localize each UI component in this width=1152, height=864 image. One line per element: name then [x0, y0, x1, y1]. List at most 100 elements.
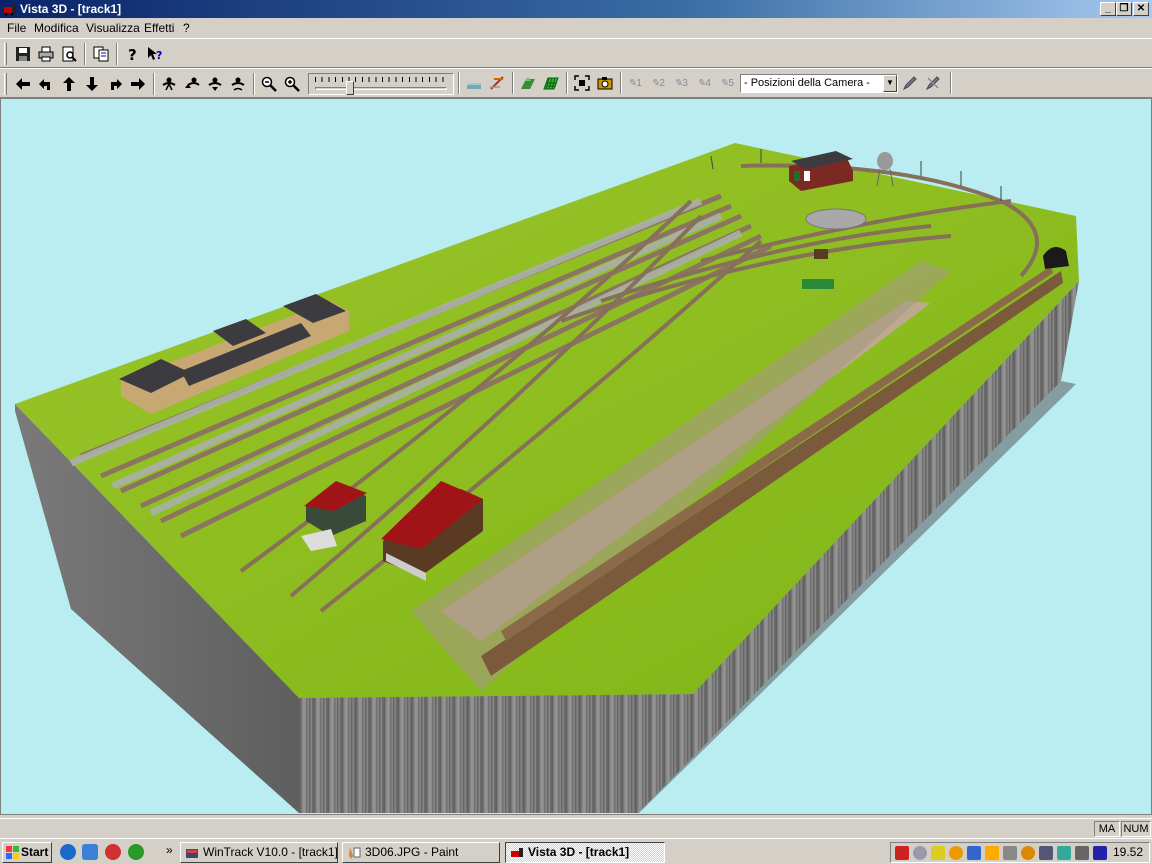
chevron-down-icon[interactable]: ▼	[883, 75, 897, 92]
toolbar-separator	[620, 72, 622, 94]
toolbar-separator	[84, 43, 86, 65]
arrow-left-icon[interactable]	[12, 73, 34, 95]
walker-spin-icon[interactable]	[227, 73, 249, 95]
task-wintrack[interactable]: WinTrack V10.0 - [track1]	[180, 842, 338, 863]
toolbar-separator	[116, 43, 118, 65]
task-paint[interactable]: 3D06.JPG - Paint	[342, 842, 500, 863]
terrain-icon[interactable]	[463, 72, 485, 94]
tray-network-icon[interactable]	[913, 846, 927, 860]
title-bar[interactable]: Vista 3D - [track1] _ ❐ ✕	[0, 0, 1152, 18]
track-icon[interactable]	[486, 72, 508, 94]
camera-preset-label: 5	[728, 77, 734, 89]
walker-icon[interactable]	[158, 73, 180, 95]
camera-edit-icon[interactable]	[899, 72, 921, 94]
tray-monitor-icon[interactable]	[1093, 846, 1107, 860]
tray-volume-icon[interactable]	[1003, 846, 1017, 860]
toolbar-grip[interactable]	[4, 43, 7, 65]
toolbar-separator	[950, 72, 952, 94]
zoom-slider[interactable]	[308, 73, 454, 95]
menu-modifica[interactable]: Modifica	[34, 21, 79, 35]
camera-preset-2[interactable]: ✎ 2	[647, 72, 669, 94]
tray-search-icon[interactable]	[1021, 846, 1035, 860]
rotate-left-icon[interactable]	[35, 73, 57, 95]
train-icon	[4, 4, 16, 16]
camera-position-select[interactable]: - Posizioni della Camera - ▼	[740, 74, 898, 93]
menu-file[interactable]: File	[7, 21, 26, 35]
standard-toolbar: ? ?	[0, 38, 1152, 68]
media-icon[interactable]	[105, 844, 121, 860]
svg-text:?: ?	[156, 49, 162, 62]
camera-preset-4[interactable]: ✎ 4	[693, 72, 715, 94]
windows-logo-icon	[6, 846, 19, 859]
slider-ticks	[315, 77, 449, 82]
start-button[interactable]: Start	[2, 842, 52, 863]
player-icon[interactable]	[128, 844, 144, 860]
menu-effetti[interactable]: Effetti	[144, 21, 174, 35]
desktop-icon[interactable]	[82, 844, 98, 860]
window-title: Vista 3D - [track1]	[20, 2, 122, 16]
landscape-icon[interactable]	[517, 72, 539, 94]
system-tray: 19.52	[890, 842, 1150, 863]
tray-update-icon[interactable]	[949, 846, 963, 860]
tray-shield-icon[interactable]	[931, 846, 945, 860]
main-window: Vista 3D - [track1] _ ❐ ✕ File Modifica …	[0, 0, 1152, 838]
layout-3d-scene	[15, 143, 1079, 813]
ie-icon[interactable]	[60, 844, 76, 860]
rotate-right-icon[interactable]	[104, 73, 126, 95]
train-icon	[511, 848, 523, 857]
toolbar-grip[interactable]	[4, 73, 7, 95]
grid-icon[interactable]	[540, 72, 562, 94]
menu-help[interactable]: ?	[183, 21, 190, 35]
arrow-right-icon[interactable]	[127, 73, 149, 95]
tray-messenger-icon[interactable]	[967, 846, 981, 860]
copy-icon[interactable]	[90, 43, 112, 65]
arrow-down-icon[interactable]	[81, 73, 103, 95]
toolbar-separator	[512, 72, 514, 94]
status-ma: MA	[1094, 821, 1120, 837]
zoom-out-icon[interactable]	[258, 73, 280, 95]
toolbar-separator	[458, 72, 460, 94]
wintrack-icon	[186, 849, 198, 858]
camera-preset-3[interactable]: ✎ 3	[670, 72, 692, 94]
context-help-icon[interactable]: ?	[144, 43, 166, 65]
turntable	[805, 208, 867, 230]
task-label: WinTrack V10.0 - [track1]	[203, 845, 338, 859]
camera-preset-label: 1	[636, 77, 642, 89]
tray-app-icon[interactable]	[895, 846, 909, 860]
camera-preset-label: 2	[659, 77, 665, 89]
walker-up-icon[interactable]	[181, 73, 203, 95]
print-preview-icon[interactable]	[58, 43, 80, 65]
camera-icon[interactable]	[594, 72, 616, 94]
slider-track	[315, 87, 447, 90]
tray-folder-icon[interactable]	[985, 846, 999, 860]
restore-button[interactable]: ❐	[1116, 2, 1132, 16]
tray-sync-icon[interactable]	[1057, 846, 1071, 860]
menu-visualizza[interactable]: Visualizza	[86, 21, 140, 35]
camera-preset-5[interactable]: ✎ 5	[716, 72, 738, 94]
arrow-up-icon[interactable]	[58, 73, 80, 95]
camera-delete-icon[interactable]	[922, 72, 944, 94]
task-label: 3D06.JPG - Paint	[365, 845, 459, 859]
svg-text:?: ?	[128, 46, 137, 62]
status-num: NUM	[1121, 821, 1151, 837]
save-icon[interactable]	[12, 43, 34, 65]
toolbar-separator	[253, 73, 255, 95]
help-icon[interactable]: ?	[121, 43, 143, 65]
start-label: Start	[21, 845, 49, 859]
paint-icon	[349, 847, 361, 859]
toolbar-separator	[153, 73, 155, 95]
fit-view-icon[interactable]	[571, 72, 593, 94]
task-vista3d[interactable]: Vista 3D - [track1]	[505, 842, 665, 863]
tray-display-icon[interactable]	[1039, 846, 1053, 860]
close-button[interactable]: ✕	[1133, 2, 1149, 16]
zoom-in-icon[interactable]	[281, 73, 303, 95]
print-icon[interactable]	[35, 43, 57, 65]
quicklaunch-chevron-icon[interactable]: »	[166, 843, 173, 857]
camera-preset-1[interactable]: ✎ 1	[624, 72, 646, 94]
tray-misc-icon[interactable]	[1075, 846, 1089, 860]
minimize-button[interactable]: _	[1100, 2, 1116, 16]
slider-thumb[interactable]	[346, 81, 354, 95]
walker-down-icon[interactable]	[204, 73, 226, 95]
3d-viewport[interactable]	[0, 98, 1152, 815]
task-label: Vista 3D - [track1]	[528, 845, 630, 859]
